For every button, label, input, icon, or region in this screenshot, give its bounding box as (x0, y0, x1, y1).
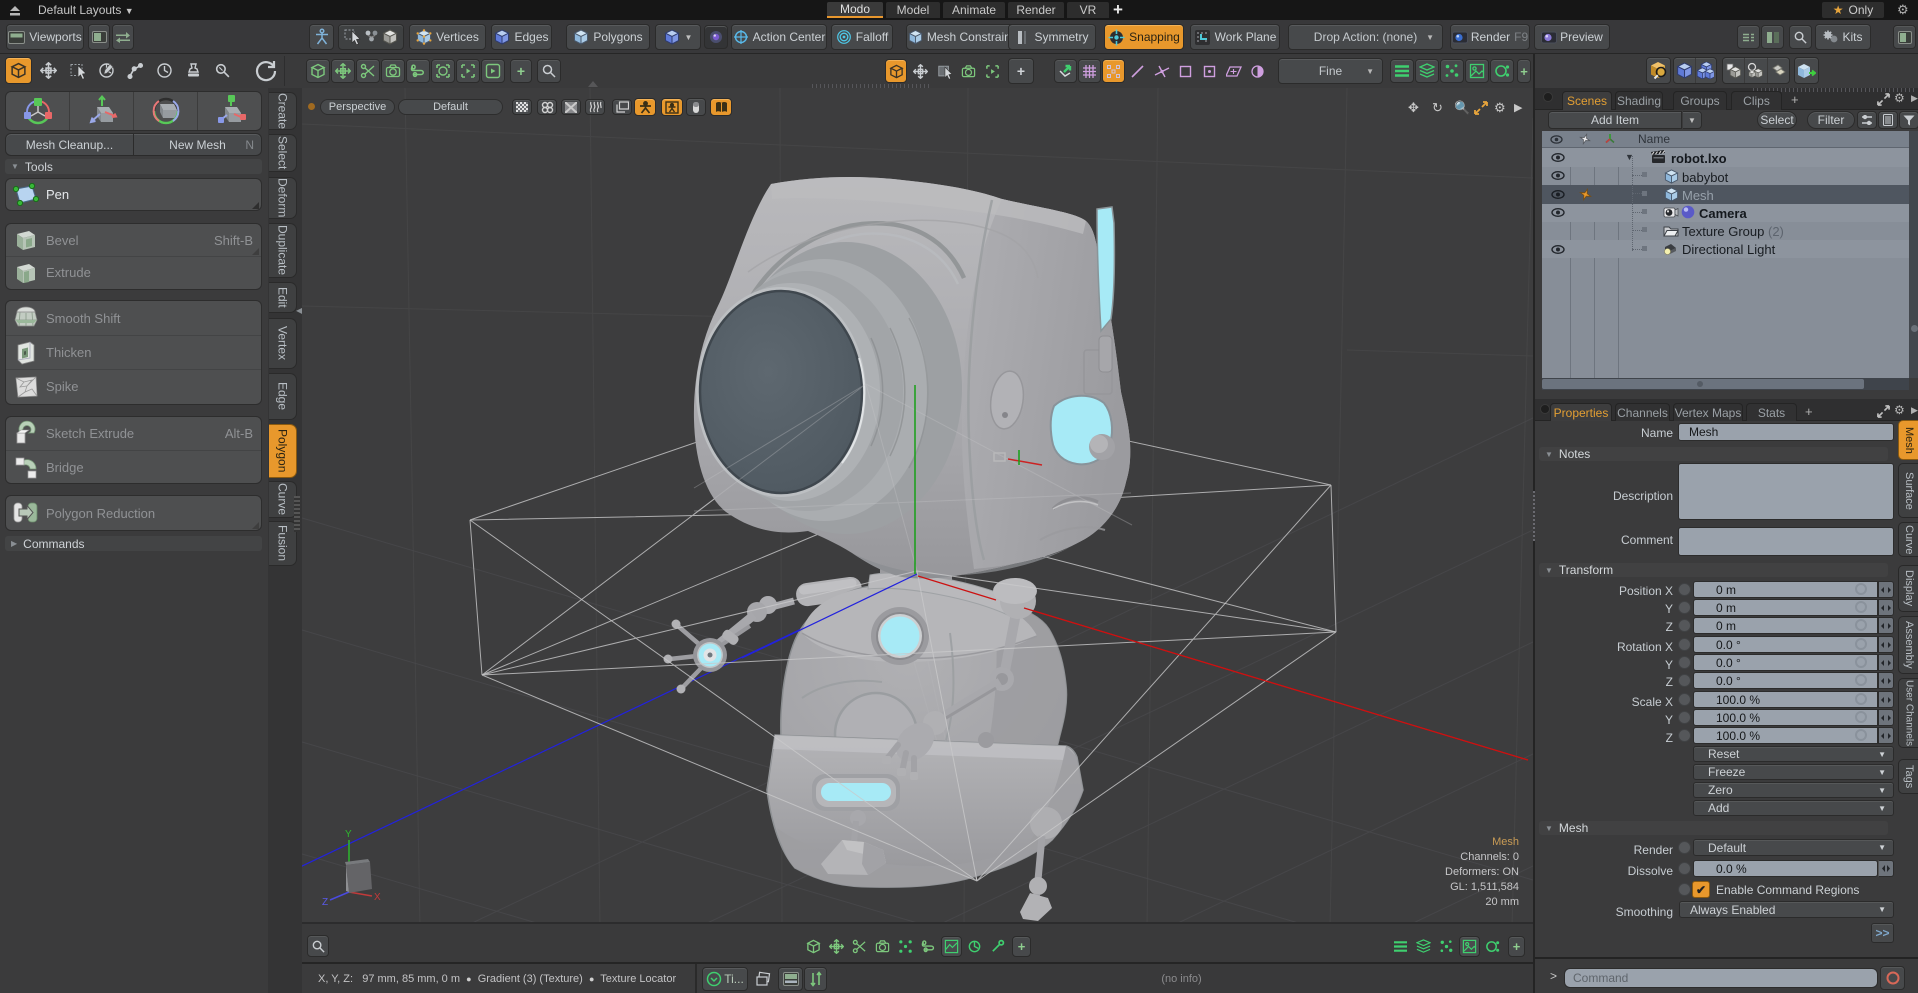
svg-text:20 mm: 20 mm (1485, 896, 1519, 908)
svg-text:GL: 1,511,584: GL: 1,511,584 (1450, 881, 1519, 893)
svg-text:Y: Y (345, 829, 352, 840)
svg-text:Deformers: ON: Deformers: ON (1445, 866, 1519, 878)
svg-text:Channels: 0: Channels: 0 (1460, 851, 1519, 863)
svg-text:X: X (374, 892, 381, 903)
svg-text:Z: Z (322, 897, 328, 908)
svg-text:Mesh: Mesh (1492, 836, 1519, 848)
